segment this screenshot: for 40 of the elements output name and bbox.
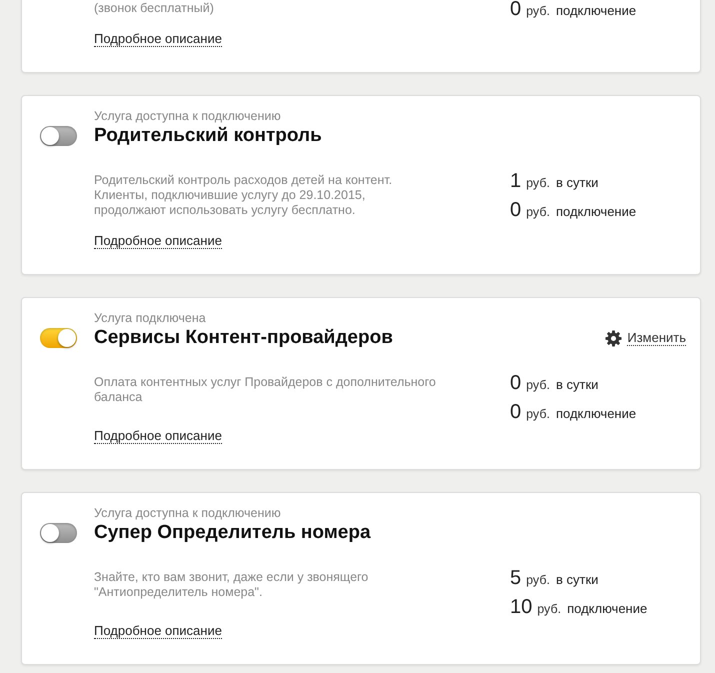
price-period: подключение	[556, 2, 636, 20]
service-title: Сервисы Контент-провайдеров	[94, 326, 393, 350]
price-period: в сутки	[556, 571, 598, 589]
service-description: Знайте, кто вам звонит, даже если у звонящего "Антиопределитель номера".	[94, 569, 368, 601]
price-amount: 1	[510, 169, 522, 194]
details-link[interactable]: Подробное описание	[94, 31, 222, 47]
service-status: Услуга доступна к подключению	[94, 506, 281, 521]
price-amount: 0	[510, 198, 522, 223]
toggle-switch[interactable]	[40, 523, 77, 543]
toggle-switch[interactable]	[40, 328, 77, 348]
details-link[interactable]: Подробное описание	[94, 623, 222, 639]
price-amount: 0	[510, 400, 522, 425]
price-amount: 5	[510, 566, 522, 591]
price-currency: руб.	[526, 377, 550, 394]
price-currency: руб.	[526, 572, 550, 589]
details-link[interactable]: Подробное описание	[94, 233, 222, 249]
price-amount: 0	[510, 0, 522, 22]
price-amount: 10	[510, 595, 532, 620]
toggle-switch[interactable]	[40, 126, 77, 146]
service-title: Супер Определитель номера	[94, 521, 371, 545]
price-period: подключение	[556, 405, 636, 423]
price-period: подключение	[556, 203, 636, 221]
price-currency: руб.	[526, 175, 550, 192]
details-link[interactable]: Подробное описание	[94, 428, 222, 444]
price-currency: руб.	[526, 406, 550, 423]
price-currency: руб.	[537, 601, 562, 618]
service-description: (звонок бесплатный)	[94, 0, 214, 16]
price-currency: руб.	[526, 204, 550, 221]
price-period: в сутки	[556, 376, 598, 394]
price-amount: 0	[510, 371, 522, 396]
service-status: Услуга доступна к подключению	[94, 109, 281, 124]
edit-button[interactable]: Изменить	[605, 330, 686, 346]
service-description: Оплата контентных услуг Провайдеров с дополнительного баланса	[94, 374, 436, 406]
price-period: подключение	[567, 600, 648, 618]
gear-icon	[605, 330, 622, 346]
price-currency: руб.	[526, 3, 550, 20]
service-title: Родительский контроль	[94, 124, 322, 148]
price-period: в сутки	[556, 174, 598, 192]
service-status: Услуга подключена	[94, 311, 206, 326]
service-description: Родительский контроль расходов детей на контент. Клиенты, подключившие услугу до 29.10.2015, продолжают использовать услугу бесплатно.	[94, 172, 392, 218]
